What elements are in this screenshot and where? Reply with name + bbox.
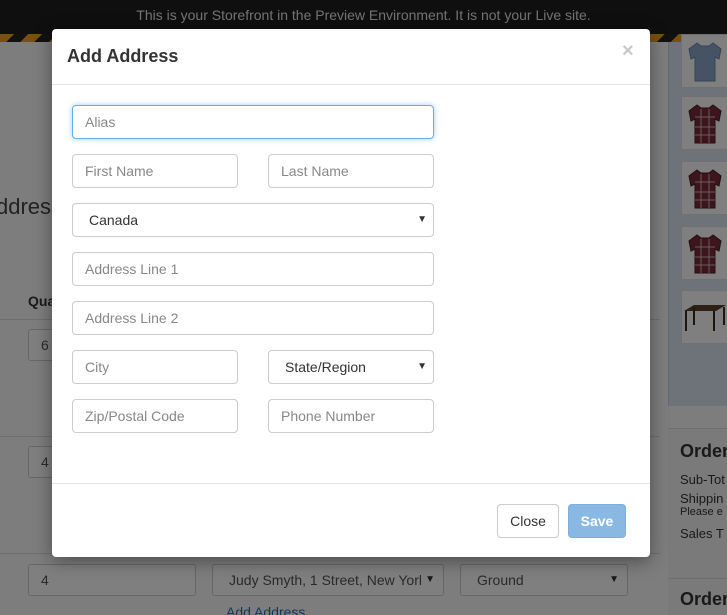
city-input[interactable] (72, 350, 238, 384)
modal-footer: Close Save (52, 483, 650, 557)
save-button[interactable]: Save (568, 504, 626, 538)
caret-down-icon: ▼ (417, 214, 427, 225)
state-region-select-value: State/Region (285, 359, 366, 375)
phone-number-input[interactable] (268, 399, 434, 433)
modal-title: Add Address (67, 46, 179, 66)
country-select-value: Canada (89, 212, 139, 228)
caret-down-icon: ▼ (417, 361, 427, 372)
modal-header: Add Address × (52, 29, 650, 85)
state-region-select[interactable]: State/Region ▼ (268, 350, 434, 384)
alias-input[interactable] (72, 105, 434, 139)
close-icon[interactable]: × (622, 41, 634, 61)
zip-postal-code-input[interactable] (72, 399, 238, 433)
first-name-input[interactable] (72, 154, 238, 188)
close-button[interactable]: Close (497, 504, 559, 538)
country-select[interactable]: Canada ▼ (72, 203, 434, 237)
address-line-1-input[interactable] (72, 252, 434, 286)
last-name-input[interactable] (268, 154, 434, 188)
add-address-modal: Add Address × Canada ▼ State/Region ▼ Cl… (52, 29, 650, 557)
address-line-2-input[interactable] (72, 301, 434, 335)
